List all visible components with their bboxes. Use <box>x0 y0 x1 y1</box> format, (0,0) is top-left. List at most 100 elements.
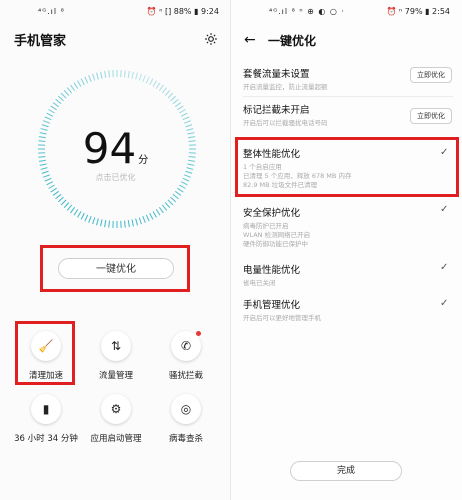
ring-tick <box>124 220 126 228</box>
ring-tick <box>170 196 177 203</box>
ring-tick <box>145 214 150 222</box>
ring-tick <box>63 202 70 209</box>
notification-dot <box>196 331 201 336</box>
ring-tick <box>177 187 184 193</box>
ring-tick <box>100 71 103 79</box>
ring-tick <box>149 212 154 220</box>
score-unit: 分 <box>138 155 149 166</box>
item-title: 整体性能优化 <box>243 149 301 160</box>
ring-tick <box>84 76 89 84</box>
ring-tick <box>70 206 76 214</box>
ring-tick <box>138 217 142 225</box>
ring-tick <box>57 196 64 203</box>
item-subtitle: 1 个自启应用 已清理 5 个应用，释放 678 MB 内存 82.9 MB 垃… <box>243 163 352 189</box>
ring-tick <box>145 76 150 84</box>
list-item: 电量性能优化 省电已关闭 <box>243 262 453 288</box>
ring-tick <box>131 219 134 227</box>
item-subtitle: 开启后可以更好地管理手机 <box>243 314 321 322</box>
signal-indicators: ⁴ᴳ.ıl ⁸ ⁿ ⊕ ◐ ○ · <box>269 7 345 16</box>
tool-harassment-block[interactable]: ✆ 骚扰拦截 <box>148 331 224 381</box>
ring-tick <box>44 116 52 121</box>
optimize-now-button[interactable]: 立即优化 <box>410 108 452 124</box>
ring-tick <box>57 95 64 102</box>
item-title: 电量性能优化 <box>243 265 301 276</box>
optimize-now-button[interactable]: 立即优化 <box>410 67 452 83</box>
tool-label: 病毒查杀 <box>168 434 203 444</box>
tool-label: 36 小时 34 分钟 <box>14 434 78 444</box>
tool-label: 应用启动管理 <box>90 434 142 444</box>
ring-tick <box>92 217 96 225</box>
score-display[interactable]: 94 分 <box>0 124 231 173</box>
ring-tick <box>43 120 50 124</box>
one-click-optimize-button[interactable]: 一键优化 <box>58 258 174 279</box>
ring-tick <box>177 105 184 111</box>
item-title: 手机管理优化 <box>243 300 301 311</box>
app-launch-icon: ⚙ <box>101 394 131 424</box>
ring-tick <box>52 102 60 108</box>
status-bar: ⁴ᴳ.ıl ⁸ ⁿ ⊕ ◐ ○ · ⏰ ⁿ 79% ▮ 2:54 <box>231 6 462 20</box>
ring-tick <box>100 219 103 227</box>
item-subtitle: 病毒防护已开启 WLAN 检测网络已开启 硬件防御功能已保护中 <box>243 222 311 248</box>
tool-data-management[interactable]: ⇅ 流量管理 <box>78 331 154 381</box>
ring-tick <box>108 220 110 228</box>
ring-tick <box>142 75 146 82</box>
tool-label: 清理加速 <box>28 371 63 381</box>
check-icon: ✓ <box>440 147 449 158</box>
status-right: ⏰ ⁿ [] 88% ▮ 9:24 <box>146 7 219 16</box>
ring-tick <box>55 98 62 105</box>
phone-block-icon: ✆ <box>171 331 201 361</box>
ring-tick <box>170 95 177 102</box>
ring-tick <box>92 73 96 81</box>
list-item: 手机管理优化 开启后可以更好地管理手机 <box>243 297 453 323</box>
ring-tick <box>155 209 161 216</box>
item-subtitle: 省电已关闭 <box>243 279 276 287</box>
ring-tick <box>182 116 190 121</box>
ring-tick <box>104 220 107 228</box>
ring-tick <box>135 72 138 80</box>
ring-tick <box>48 184 55 189</box>
ring-tick <box>88 216 92 223</box>
ring-tick <box>172 98 179 105</box>
signal-indicators: ⁴ᴳ.ıl ⁸ <box>38 7 65 16</box>
ring-tick <box>80 78 85 86</box>
battery-icon: ▮ <box>31 394 61 424</box>
check-icon: ✓ <box>440 262 449 273</box>
ring-tick <box>88 75 92 82</box>
page-title: 一键优化 <box>268 34 317 48</box>
ring-tick <box>179 109 186 114</box>
back-arrow-icon[interactable]: ← <box>244 32 256 48</box>
status-bar: ⁴ᴳ.ıl ⁸ ⏰ ⁿ [] 88% ▮ 9:24 <box>0 6 231 20</box>
check-icon: ✓ <box>440 204 449 215</box>
ring-tick <box>84 214 89 222</box>
ring-tick <box>70 84 76 92</box>
ring-tick <box>172 193 179 200</box>
check-icon: ✓ <box>440 298 449 309</box>
ring-tick <box>152 211 157 218</box>
phone-manager-screen: ⁴ᴳ.ıl ⁸ ⏰ ⁿ [] 88% ▮ 9:24 手机管家 94 分 点击已优化… <box>0 0 231 500</box>
ring-tick <box>50 187 57 193</box>
virus-scan-icon: ◎ <box>171 394 201 424</box>
status-right: ⏰ ⁿ 79% ▮ 2:54 <box>386 7 450 16</box>
ring-tick <box>77 211 82 218</box>
ring-tick <box>149 78 154 86</box>
done-button[interactable]: 完成 <box>290 461 402 481</box>
ring-tick <box>108 70 110 78</box>
ring-tick <box>66 87 73 94</box>
ring-tick <box>52 190 60 196</box>
ring-tick <box>46 112 54 117</box>
gear-icon[interactable] <box>204 32 218 46</box>
ring-tick <box>104 70 107 78</box>
item-title: 安全保护优化 <box>243 208 301 219</box>
ring-tick <box>180 112 188 117</box>
score-subtitle: 点击已优化 <box>95 173 136 182</box>
ring-tick <box>155 82 161 89</box>
tool-label: 流量管理 <box>98 371 133 381</box>
ring-tick <box>55 193 62 200</box>
tool-battery[interactable]: ▮ 36 小时 34 分钟 <box>8 394 84 444</box>
tool-clean-speedup[interactable]: 🧹 清理加速 <box>8 331 84 381</box>
ring-tick <box>124 70 126 78</box>
tool-app-launch-management[interactable]: ⚙ 应用启动管理 <box>78 394 154 444</box>
ring-tick <box>184 120 191 124</box>
divider <box>243 96 453 97</box>
tool-virus-scan[interactable]: ◎ 病毒查杀 <box>148 394 224 444</box>
